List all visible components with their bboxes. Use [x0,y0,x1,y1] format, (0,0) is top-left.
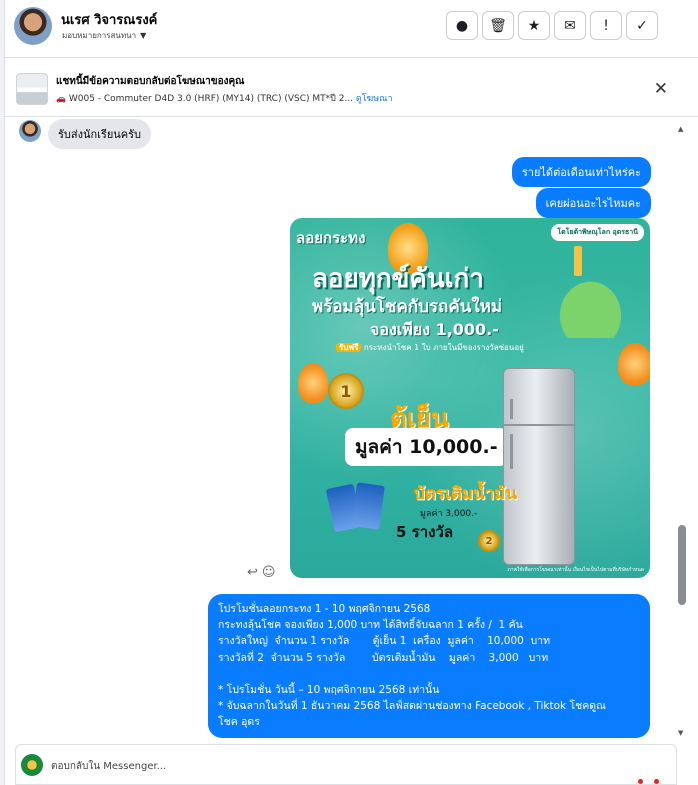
outgoing-message[interactable]: รายได้ต่อเดือนเท่าไหร่คะ [511,157,651,187]
contact-avatar[interactable] [14,7,52,45]
first-prize-medal-icon: 1 [328,373,364,409]
ad-banner-subtitle: 🚗 W005 - Commuter D4D 3.0 (HRF) (MY14) (… [56,91,393,105]
promo-line [218,666,640,682]
contact-name[interactable]: นเรศ วิจารณรงค์ [61,9,157,30]
promo-fine-print: ภาพใช้เพื่อการโฆษณาเท่านั้น เงื่อนไขเป็น… [507,567,644,573]
candle-graphic [574,246,582,276]
react-emoji-icon[interactable]: ☺ [262,565,276,580]
page-avatar [21,754,43,776]
caret-down-icon: ▼ [140,31,147,40]
promo-line: รางวัลที่ 2 จำนวน 5 รางวัล บัตรเติมน้ำมั… [218,651,549,664]
trash-icon: 🗑 [489,17,507,34]
promo-line: * จับฉลากในวันที่ 1 ธันวาคม 2568 ไลฟ์สดผ… [218,700,606,713]
fuel-card-graphic [325,480,390,533]
reply-input[interactable]: ตอบกลับใน Messenger... [51,759,166,774]
header-actions: ● 🗑 ★ ✉ ! ✓ [446,11,658,40]
assign-label: มอบหมายการสนทนา [62,31,137,40]
free-badge: รับฟรี [336,343,362,352]
checkmark-icon: ✓ [636,17,648,34]
promo-note: รับฟรี กระทงนำโชค 1 ใบ ภายในมีของรางวัลซ… [336,341,524,354]
fridge-divider [504,424,576,426]
incoming-message[interactable]: รับส่งนักเรียนครับ [48,119,152,149]
krathong-graphic [543,263,638,338]
promo-line: โปรโมชั่นลอยกระทง 1 - 10 พฤศจิกายน 2568 [218,603,431,615]
notification-dot [638,779,643,784]
ad-banner-title: แชทนี้มีข้อความตอบกลับต่อโฆษณาของคุณ [56,76,245,87]
reply-composer[interactable]: ตอบกลับใน Messenger... [15,744,677,785]
promo-booking-price: จองเพียง 1,000.- [370,320,499,339]
outgoing-message[interactable]: เคยผ่อนอะไรไหมคะ [535,188,651,218]
dealer-brand: โตโยต้าพิษณุโลก อุดรธานี [551,224,644,241]
promo-image[interactable]: ลอยกระทง โตโยต้าพิษณุโลก อุดรธานี ลอยทุก… [290,218,650,578]
star-button[interactable]: ★ [518,11,550,40]
lantern-graphic [298,363,328,403]
second-prize-value: มูลค่า 3,000.- [420,509,478,519]
alert-circle-icon: ● [455,17,469,34]
message-tools: ↩ ☺ [247,565,275,580]
ad-reply-banner: แชทนี้มีข้อความตอบกลับต่อโฆษณาของคุณ 🚗 W… [5,59,698,117]
medal-number: 1 [340,381,352,401]
second-prize-label: บัตรเติมน้ำมัน [414,484,518,504]
thread-scrollbar[interactable]: ▲ ▼ [678,125,686,737]
first-prize-value: มูลค่า 10,000.- [345,428,508,466]
lantern-graphic [618,343,650,385]
fridge-handle [510,434,513,469]
medal-number: 2 [485,535,493,547]
scroll-down-icon[interactable]: ▼ [678,729,683,737]
notification-dot [654,779,659,784]
outgoing-promo-message[interactable]: โปรโมชั่นลอยกระทง 1 - 10 พฤศจิกายน 2568 … [208,594,650,738]
promo-line: กระทงลุ้นโชค จองเพียง 1,000 บาท ได้สิทธิ… [218,619,523,632]
ad-name: W005 - Commuter D4D 3.0 (HRF) (MY14) (TR… [68,94,353,104]
promo-line: * โปรโมชั่น วันนี้ – 10 พฤศจิกายน 2568 เ… [218,684,440,697]
second-prize-medal-icon: 2 [478,530,500,552]
message-thread[interactable]: รับส่งนักเรียนครับ รายได้ต่อเดือนเท่าไหร… [5,118,698,741]
exclamation-icon: ! [603,17,609,34]
sender-avatar [19,120,41,142]
promo-line: รางวัลใหญ่ จำนวน 1 รางวัล ตู้เย็น 1 เครื… [218,635,550,648]
star-icon: ★ [527,17,541,34]
fuel-card [351,482,385,530]
scrollbar-thumb[interactable] [678,525,686,605]
fridge-handle [510,399,513,419]
conversation-header: นเรศ วิจารณรงค์ มอบหมายการสนทนา ▼ ● 🗑 ★ … [5,0,698,58]
reply-icon[interactable]: ↩ [247,565,258,580]
envelope-icon: ✉ [564,17,576,34]
scroll-up-icon[interactable]: ▲ [678,125,683,133]
second-prize-count: 5 รางวัล [396,523,454,541]
delete-button[interactable]: 🗑 [482,11,514,40]
report-button[interactable]: ● [446,11,478,40]
view-ad-link[interactable]: ดูโฆษณา [356,94,393,104]
promo-logo: ลอยกระทง [296,229,366,247]
assign-conversation-dropdown[interactable]: มอบหมายการสนทนา ▼ [62,29,146,42]
note-text: กระทงนำโชค 1 ใบ ภายในมีของรางวัลซ่อนอยู่ [363,343,524,352]
spam-button[interactable]: ! [590,11,622,40]
close-banner-button[interactable]: ✕ [654,79,668,99]
ad-thumbnail[interactable] [16,73,48,105]
close-icon: ✕ [653,79,668,99]
done-button[interactable]: ✓ [626,11,658,40]
mark-unread-button[interactable]: ✉ [554,11,586,40]
refrigerator-graphic [503,368,576,565]
promo-line: โชค อุดร [218,716,260,729]
car-icon: 🚗 [56,94,66,103]
promo-subheadline: พร้อมลุ้นโชคกับรถคันใหม่ [312,297,503,317]
